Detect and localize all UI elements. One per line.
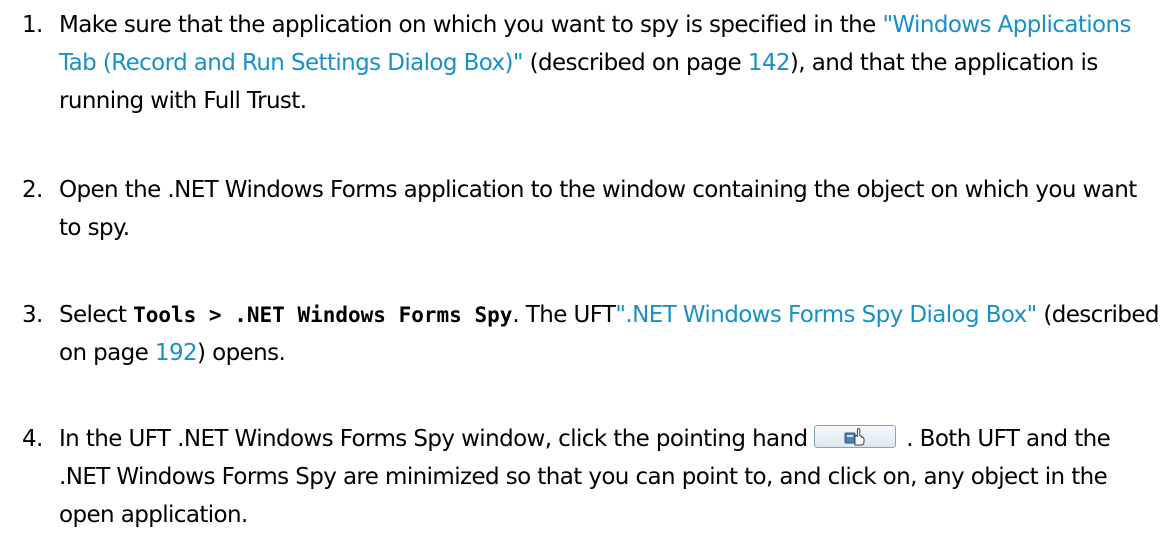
step-text: Select	[59, 302, 134, 328]
step-1: 1. Make sure that the application on whi…	[22, 6, 1162, 120]
step-text: Open the .NET Windows Forms application …	[59, 177, 1137, 241]
step-body: Make sure that the application on which …	[59, 6, 1162, 120]
step-2: 2. Open the .NET Windows Forms applicati…	[22, 171, 1162, 247]
step-body: In the UFT .NET Windows Forms Spy window…	[59, 420, 1162, 534]
step-number: 4.	[22, 426, 43, 452]
page-link-192[interactable]: 192	[155, 340, 198, 366]
step-body: Select Tools > .NET Windows Forms Spy. T…	[59, 296, 1162, 372]
pointing-hand-button[interactable]	[813, 425, 896, 448]
step-text: In the UFT .NET Windows Forms Spy window…	[59, 426, 808, 452]
step-text: (described on page	[522, 50, 748, 76]
step-text: Make sure that the application on which …	[59, 12, 883, 38]
step-4: 4. In the UFT .NET Windows Forms Spy win…	[22, 420, 1162, 534]
step-3: 3. Select Tools > .NET Windows Forms Spy…	[22, 296, 1162, 372]
step-number: 1.	[22, 12, 43, 38]
step-text: . The UFT	[512, 302, 616, 328]
pointing-hand-icon	[844, 428, 864, 446]
step-body: Open the .NET Windows Forms application …	[59, 171, 1162, 247]
page-link-142[interactable]: 142	[748, 50, 791, 76]
step-number: 2.	[22, 177, 43, 203]
step-text: ) opens.	[197, 340, 286, 366]
menu-path: Tools > .NET Windows Forms Spy	[133, 303, 513, 327]
link-net-windows-forms-spy-dialog-box[interactable]: ".NET Windows Forms Spy Dialog Box"	[615, 302, 1037, 328]
step-number: 3.	[22, 302, 43, 328]
